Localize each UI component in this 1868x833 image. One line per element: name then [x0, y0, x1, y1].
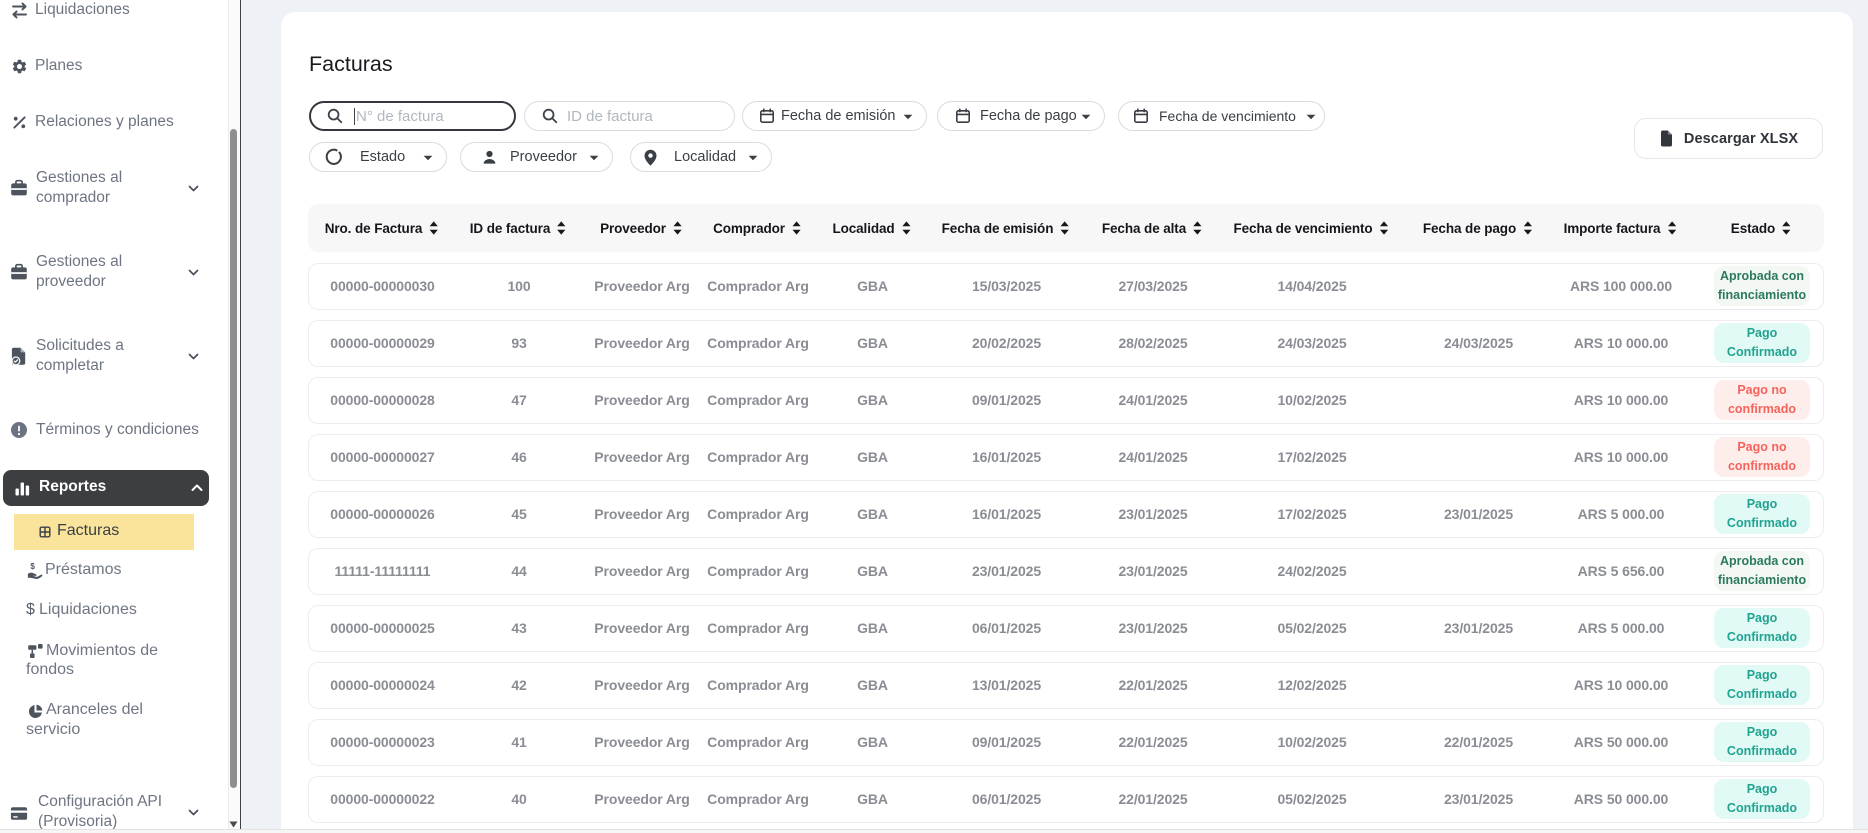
svg-text:$: $: [30, 562, 35, 571]
